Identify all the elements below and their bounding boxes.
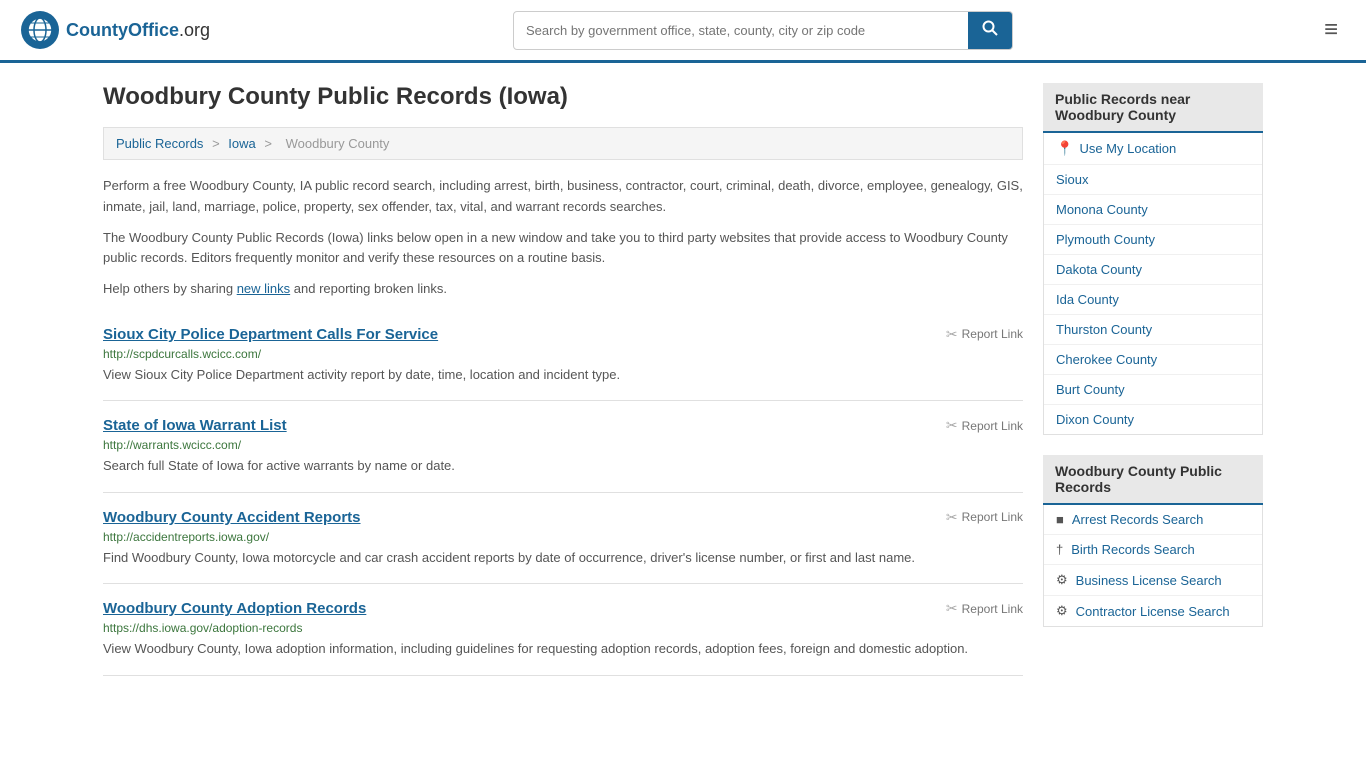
report-link-icon-3: ✂ — [946, 600, 958, 617]
report-link-icon-2: ✂ — [946, 509, 958, 526]
nearby-link-0[interactable]: Sioux — [1056, 172, 1089, 187]
sidebar-nearby-list: 📍 Use My Location Sioux Monona County Plym… — [1043, 133, 1263, 435]
breadcrumb: Public Records > Iowa > Woodbury County — [103, 127, 1023, 160]
nearby-link-4[interactable]: Ida County — [1056, 292, 1119, 307]
nearby-item: Dakota County — [1044, 255, 1262, 285]
use-my-location-link[interactable]: Use My Location — [1079, 141, 1176, 156]
nearby-link-1[interactable]: Monona County — [1056, 202, 1148, 217]
sidebar-record-link-3[interactable]: Contractor License Search — [1076, 604, 1230, 619]
new-links-link[interactable]: new links — [237, 281, 290, 296]
record-desc-3: View Woodbury County, Iowa adoption info… — [103, 639, 1023, 659]
nearby-link-7[interactable]: Burt County — [1056, 382, 1125, 397]
record-url-1[interactable]: http://warrants.wcicc.com/ — [103, 438, 1023, 452]
record-item: Sioux City Police Department Calls For S… — [103, 310, 1023, 402]
sidebar-nearby-title: Public Records near Woodbury County — [1043, 83, 1263, 133]
report-link-icon-0: ✂ — [946, 326, 958, 343]
nearby-link-8[interactable]: Dixon County — [1056, 412, 1134, 427]
logo-icon — [20, 10, 60, 50]
intro-text-suffix: and reporting broken links. — [290, 281, 447, 296]
sidebar-record-icon-2: ⚙ — [1056, 572, 1068, 588]
search-input[interactable] — [514, 15, 968, 46]
record-url-3[interactable]: https://dhs.iowa.gov/adoption-records — [103, 621, 1023, 635]
record-title-0[interactable]: Sioux City Police Department Calls For S… — [103, 326, 438, 343]
sidebar-record-item: ⚙ Contractor License Search — [1044, 596, 1262, 626]
record-desc-0: View Sioux City Police Department activi… — [103, 365, 1023, 385]
report-link-icon-1: ✂ — [946, 417, 958, 434]
record-item-header: Woodbury County Accident Reports ✂ Repor… — [103, 509, 1023, 526]
sidebar-records-list: ■ Arrest Records Search † Birth Records … — [1043, 505, 1263, 627]
record-item-header: Woodbury County Adoption Records ✂ Repor… — [103, 600, 1023, 617]
sidebar: Public Records near Woodbury County 📍 Us… — [1043, 83, 1263, 676]
logo-area: CountyOffice.org — [20, 10, 210, 50]
breadcrumb-public-records[interactable]: Public Records — [116, 136, 203, 151]
intro-paragraph-1: Perform a free Woodbury County, IA publi… — [103, 176, 1023, 218]
nearby-item: Ida County — [1044, 285, 1262, 315]
report-link-2[interactable]: ✂ Report Link — [946, 509, 1023, 526]
main-container: Woodbury County Public Records (Iowa) Pu… — [83, 63, 1283, 696]
sidebar-records-section: Woodbury County Public Records ■ Arrest … — [1043, 455, 1263, 627]
record-title-3[interactable]: Woodbury County Adoption Records — [103, 600, 366, 617]
nearby-item: Plymouth County — [1044, 225, 1262, 255]
record-url-0[interactable]: http://scpdcurcalls.wcicc.com/ — [103, 347, 1023, 361]
nearby-link-2[interactable]: Plymouth County — [1056, 232, 1155, 247]
sidebar-record-item: † Birth Records Search — [1044, 535, 1262, 565]
nearby-item: Cherokee County — [1044, 345, 1262, 375]
nearby-item: Dixon County — [1044, 405, 1262, 434]
sidebar-records-title: Woodbury County Public Records — [1043, 455, 1263, 505]
record-item: Woodbury County Adoption Records ✂ Repor… — [103, 584, 1023, 676]
breadcrumb-sep-1: > — [212, 136, 223, 151]
public-records-list: ■ Arrest Records Search † Birth Records … — [1044, 505, 1262, 626]
report-link-1[interactable]: ✂ Report Link — [946, 417, 1023, 434]
nearby-link-3[interactable]: Dakota County — [1056, 262, 1142, 277]
report-link-3[interactable]: ✂ Report Link — [946, 600, 1023, 617]
sidebar-record-link-2[interactable]: Business License Search — [1076, 573, 1222, 588]
breadcrumb-iowa[interactable]: Iowa — [228, 136, 255, 151]
intro-text-prefix: Help others by sharing — [103, 281, 237, 296]
sidebar-record-link-0[interactable]: Arrest Records Search — [1072, 512, 1204, 527]
record-title-2[interactable]: Woodbury County Accident Reports — [103, 509, 361, 526]
nearby-item: Burt County — [1044, 375, 1262, 405]
nearby-item: Sioux — [1044, 165, 1262, 195]
record-item-header: State of Iowa Warrant List ✂ Report Link — [103, 417, 1023, 434]
record-title-1[interactable]: State of Iowa Warrant List — [103, 417, 287, 434]
intro-paragraph-3: Help others by sharing new links and rep… — [103, 279, 1023, 300]
sidebar-record-icon-1: † — [1056, 542, 1063, 557]
logo-text: CountyOffice.org — [66, 20, 210, 41]
sidebar-record-icon-0: ■ — [1056, 512, 1064, 527]
sidebar-record-item: ⚙ Business License Search — [1044, 565, 1262, 596]
header: CountyOffice.org ≡ — [0, 0, 1366, 63]
use-my-location[interactable]: 📍 Use My Location — [1044, 133, 1262, 165]
content-area: Woodbury County Public Records (Iowa) Pu… — [103, 83, 1023, 676]
sidebar-nearby-section: Public Records near Woodbury County 📍 Us… — [1043, 83, 1263, 435]
intro-paragraph-2: The Woodbury County Public Records (Iowa… — [103, 228, 1023, 270]
record-desc-1: Search full State of Iowa for active war… — [103, 456, 1023, 476]
report-link-0[interactable]: ✂ Report Link — [946, 326, 1023, 343]
search-bar — [513, 11, 1013, 50]
page-title: Woodbury County Public Records (Iowa) — [103, 83, 1023, 111]
sidebar-record-link-1[interactable]: Birth Records Search — [1071, 542, 1195, 557]
sidebar-record-item: ■ Arrest Records Search — [1044, 505, 1262, 535]
breadcrumb-woodbury: Woodbury County — [286, 136, 390, 151]
record-item: State of Iowa Warrant List ✂ Report Link… — [103, 401, 1023, 493]
nearby-item: Thurston County — [1044, 315, 1262, 345]
nearby-link-6[interactable]: Cherokee County — [1056, 352, 1157, 367]
nearby-list: Sioux Monona County Plymouth County Dakota … — [1044, 165, 1262, 434]
menu-icon[interactable]: ≡ — [1316, 12, 1346, 48]
record-url-2[interactable]: http://accidentreports.iowa.gov/ — [103, 530, 1023, 544]
sidebar-record-icon-3: ⚙ — [1056, 603, 1068, 619]
record-item-header: Sioux City Police Department Calls For S… — [103, 326, 1023, 343]
location-pin-icon: 📍 — [1056, 140, 1073, 157]
nearby-link-5[interactable]: Thurston County — [1056, 322, 1152, 337]
search-icon — [982, 20, 998, 36]
record-desc-2: Find Woodbury County, Iowa motorcycle an… — [103, 548, 1023, 568]
record-item: Woodbury County Accident Reports ✂ Repor… — [103, 493, 1023, 585]
records-container: Sioux City Police Department Calls For S… — [103, 310, 1023, 676]
breadcrumb-sep-2: > — [264, 136, 275, 151]
nearby-item: Monona County — [1044, 195, 1262, 225]
search-button[interactable] — [968, 12, 1012, 49]
